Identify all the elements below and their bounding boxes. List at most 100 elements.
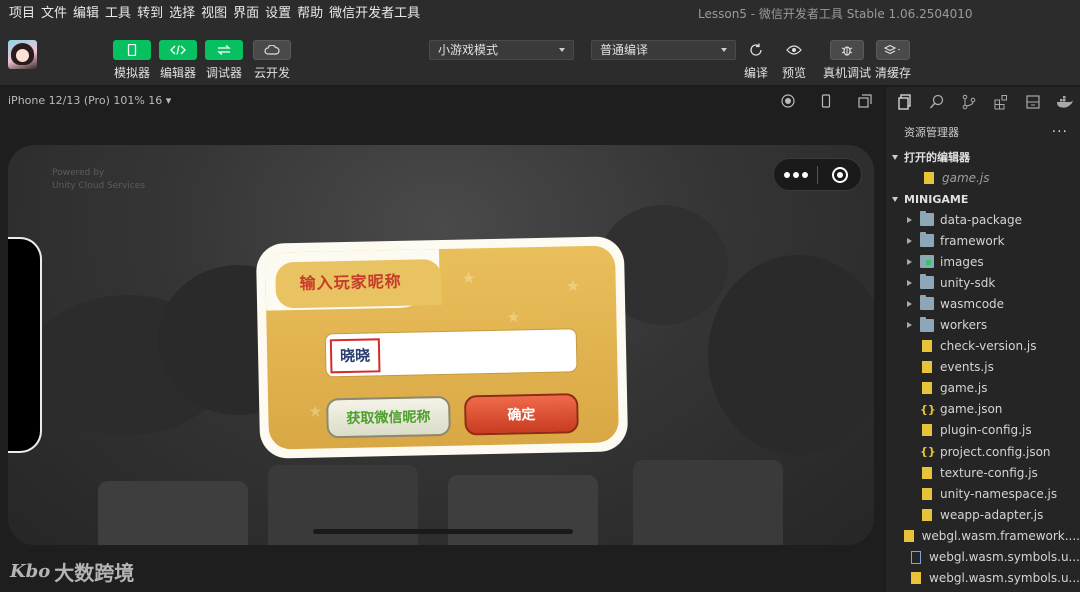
chevron-right-icon — [907, 322, 912, 329]
menu-settings[interactable]: 设置 — [262, 0, 294, 28]
chevron-right-icon — [907, 216, 912, 223]
mode-select[interactable]: 小游戏模式 — [429, 40, 574, 60]
confirm-button[interactable]: 确定 — [464, 393, 579, 436]
nickname-value: 晓晓 — [329, 338, 381, 374]
tree-item-label: webgl.wasm.symbols.u... — [929, 571, 1080, 586]
menu-devtools[interactable]: 微信开发者工具 — [326, 0, 423, 28]
simulator-button[interactable]: 模拟器 — [113, 40, 151, 81]
image-folder-icon — [920, 255, 934, 269]
tree-item-label: data-package — [940, 212, 1023, 227]
tree-item[interactable]: {} game.json — [886, 399, 1080, 420]
simulator-bar: iPhone 12/13 (Pro) 101% 16 ▾ — [0, 87, 884, 115]
tree-item[interactable]: webgl.wasm.symbols.u... — [886, 568, 1080, 589]
user-avatar[interactable] — [8, 40, 37, 69]
explorer-panel: 资源管理器 ··· 打开的编辑器 game.js MINIGAME data-p… — [885, 87, 1080, 592]
tree-item-label: texture-config.js — [940, 465, 1038, 480]
layers-icon — [884, 44, 900, 55]
tree-item[interactable]: {} project.config.json — [886, 441, 1080, 462]
menu-interface[interactable]: 界面 — [230, 0, 262, 28]
clear-cache-label: 清缓存 — [875, 66, 912, 80]
menu-file[interactable]: 文件 — [38, 0, 70, 28]
file-tree: data-package framework images unity-sdk … — [886, 209, 1080, 589]
js-file-icon — [922, 340, 932, 353]
real-debug-button[interactable]: 真机调试 — [823, 40, 871, 81]
tree-item[interactable]: images — [886, 251, 1080, 272]
refresh-icon — [750, 43, 762, 56]
source-control-icon[interactable] — [958, 91, 980, 113]
tree-item-label: wasmcode — [940, 296, 1005, 311]
tree-item[interactable]: events.js — [886, 357, 1080, 378]
record-icon[interactable] — [781, 94, 795, 108]
tree-item[interactable]: texture-config.js — [886, 462, 1080, 483]
preview-button[interactable]: 预览 — [775, 40, 813, 81]
tree-item[interactable]: game.js — [886, 378, 1080, 399]
tree-item-label: webgl.wasm.framework.... — [921, 528, 1080, 543]
json-file-icon: {} — [920, 445, 936, 459]
more-actions-icon[interactable]: ··· — [1052, 124, 1068, 140]
folder-icon — [920, 274, 934, 290]
open-editor-item[interactable]: game.js — [886, 167, 1080, 189]
tree-item-label: workers — [940, 318, 988, 333]
compile-select-value: 普通编译 — [600, 43, 649, 57]
device-select[interactable]: iPhone 12/13 (Pro) 101% 16 ▾ — [8, 94, 171, 107]
menu-view[interactable]: 视图 — [198, 0, 230, 28]
tree-item-label: events.js — [940, 360, 994, 375]
files-icon[interactable] — [894, 91, 916, 113]
debugger-button[interactable]: 调试器 — [205, 40, 243, 81]
chevron-right-icon — [907, 279, 912, 286]
tree-item[interactable]: unity-sdk — [886, 272, 1080, 293]
menu-edit[interactable]: 编辑 — [70, 0, 102, 28]
tree-item[interactable]: wasmcode — [886, 293, 1080, 314]
tree-item[interactable]: plugin-config.js — [886, 420, 1080, 441]
tree-item[interactable]: check-version.js — [886, 336, 1080, 357]
js-file-icon — [924, 172, 934, 184]
nickname-input[interactable]: 晓晓 — [324, 328, 578, 378]
nickname-dialog: ★ ★ ★ ★ 输入玩家昵称 晓晓 获取微信昵称 确定 — [255, 236, 629, 459]
menu-goto[interactable]: 转到 — [134, 0, 166, 28]
document-file-icon — [911, 550, 922, 564]
clear-cache-button[interactable]: 清缓存 — [875, 40, 911, 81]
open-editors-section[interactable]: 打开的编辑器 — [886, 147, 1080, 167]
cloud-button[interactable]: 云开发 — [253, 40, 291, 81]
more-icon[interactable] — [774, 171, 817, 178]
mobile-icon[interactable] — [819, 94, 833, 108]
tree-item[interactable]: webgl.wasm.framework.... — [886, 525, 1080, 546]
tree-item-label: images — [940, 254, 984, 269]
menu-tools[interactable]: 工具 — [102, 0, 134, 28]
tree-item[interactable]: unity-namespace.js — [886, 483, 1080, 504]
unity-logo: Powered by Unity Cloud Services — [52, 168, 146, 191]
extensions-icon[interactable] — [990, 91, 1012, 113]
search-icon[interactable] — [926, 91, 948, 113]
real-debug-label: 真机调试 — [823, 66, 872, 80]
explorer-header: 资源管理器 ··· — [886, 117, 1080, 147]
compile-button[interactable]: 编译 — [737, 40, 775, 81]
dialog-body: ★ ★ ★ ★ 输入玩家昵称 晓晓 获取微信昵称 确定 — [264, 245, 620, 450]
activity-bar — [886, 87, 1080, 117]
json-file-icon: {} — [920, 402, 936, 416]
tree-item[interactable]: data-package — [886, 209, 1080, 230]
menu-select[interactable]: 选择 — [166, 0, 198, 28]
storage-icon[interactable] — [1022, 91, 1044, 113]
tree-item[interactable]: framework — [886, 230, 1080, 251]
js-file-icon — [922, 424, 932, 437]
close-circle-icon[interactable] — [818, 166, 861, 183]
chevron-right-icon — [907, 258, 912, 265]
js-file-icon — [922, 361, 932, 374]
project-section[interactable]: MINIGAME — [886, 189, 1080, 209]
game-screen[interactable]: Powered by Unity Cloud Services ★ ★ ★ ★ … — [8, 145, 874, 545]
compile-select[interactable]: 普通编译 — [591, 40, 736, 60]
tree-item[interactable]: webgl.wasm.symbols.u... — [886, 547, 1080, 568]
detach-window-icon[interactable] — [858, 94, 872, 108]
debugger-label: 调试器 — [205, 66, 242, 80]
window-title: Lesson5 - 微信开发者工具 Stable 1.06.2504010 — [698, 7, 973, 21]
explorer-title: 资源管理器 — [904, 126, 959, 139]
menu-project[interactable]: 项目 — [6, 0, 38, 28]
watermark: Kbo 大数跨境 — [10, 557, 134, 586]
tree-item[interactable]: workers — [886, 314, 1080, 335]
editor-button[interactable]: 编辑器 — [159, 40, 197, 81]
tree-item[interactable]: weapp-adapter.js — [886, 504, 1080, 525]
menu-help[interactable]: 帮助 — [294, 0, 326, 28]
get-wechat-nickname-button[interactable]: 获取微信昵称 — [326, 395, 451, 439]
project-label: MINIGAME — [904, 192, 969, 206]
docker-icon[interactable] — [1054, 91, 1076, 113]
